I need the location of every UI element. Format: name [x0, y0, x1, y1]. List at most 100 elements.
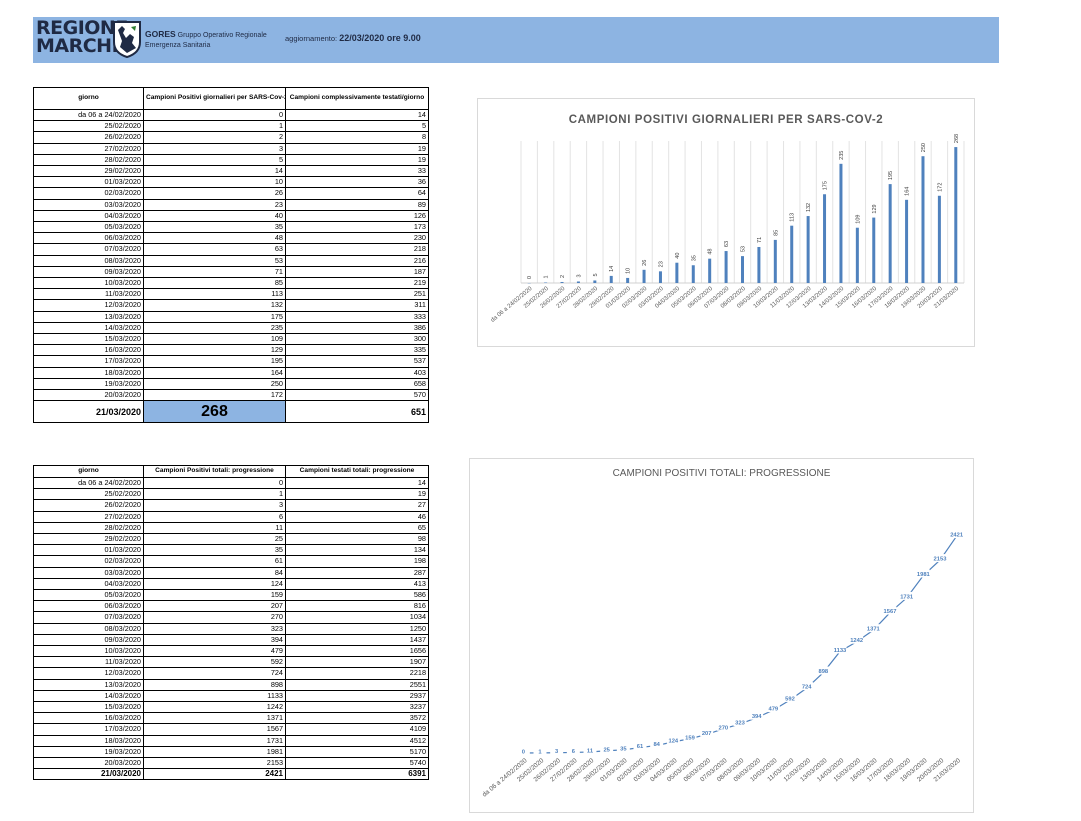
positives-cell: 5	[143, 153, 286, 167]
tested-cell: 5740	[285, 757, 429, 770]
data-label: 124	[668, 738, 678, 744]
tested-cell: 287	[285, 566, 429, 579]
tested-cell: 187	[285, 265, 429, 279]
positives-cell: 1	[143, 488, 286, 501]
table-row: 01/03/2020 10 36	[33, 176, 429, 189]
table-header-row: giorno Campioni Positivi totali: progres…	[33, 465, 429, 478]
table-row: 16/03/2020 129 335	[33, 344, 429, 357]
tested-cell: 335	[285, 344, 429, 357]
region-emblem-icon	[113, 21, 141, 58]
positives-cell: 250	[143, 377, 286, 391]
tested-cell: 1907	[285, 656, 429, 669]
table-row: 02/03/2020 61 198	[33, 555, 429, 568]
bar-data-label: 3	[576, 274, 582, 277]
tested-cell: 586	[285, 589, 429, 602]
tested-cell: 413	[285, 577, 429, 591]
day-cell: 08/03/2020	[33, 254, 144, 267]
positives-cell: 164	[143, 366, 286, 379]
positives-cell: 1133	[143, 689, 286, 703]
data-label: 1567	[884, 609, 897, 615]
daily-positives-chart-svg: CAMPIONI POSITIVI GIORNALIERI PER SARS-C…	[490, 114, 965, 324]
bar	[741, 256, 744, 283]
positives-cell: 0	[143, 108, 286, 122]
bar-data-label: 63	[724, 241, 730, 247]
day-cell: 08/03/2020	[33, 622, 144, 635]
bar-data-label: 0	[527, 276, 533, 279]
col-header-cumulative-positives: Campioni Positivi totali: progressione	[143, 465, 286, 478]
bar	[872, 217, 876, 283]
day-cell: 12/03/2020	[33, 667, 144, 680]
tested-cell: 46	[285, 510, 429, 523]
table-total-row: 21/03/2020 268 651	[33, 400, 429, 424]
table-row: 20/03/2020 172 570	[33, 389, 429, 402]
positives-cell: 898	[143, 678, 286, 691]
bar-data-label: 26	[642, 260, 648, 266]
positives-cell: 61	[143, 555, 286, 568]
tested-cell: 4109	[285, 723, 429, 736]
org-name: GORES	[145, 29, 176, 39]
bar-data-label: 172	[937, 183, 943, 192]
tested-cell: 658	[285, 377, 429, 391]
bar	[773, 239, 777, 283]
day-cell: 10/03/2020	[33, 277, 144, 290]
bar	[544, 282, 548, 283]
positives-cell: 2153	[143, 757, 286, 770]
bar	[626, 277, 630, 283]
day-cell: 27/02/2020	[33, 142, 144, 155]
cumulative-positives-chart-svg: CAMPIONI POSITIVI TOTALI: PROGRESSIONE0d…	[481, 468, 964, 799]
day-cell: 05/03/2020	[33, 221, 144, 234]
tested-cell: 403	[285, 366, 429, 379]
data-label: 724	[802, 685, 812, 691]
table-row: 29/02/2020 14 33	[33, 165, 429, 178]
tested-cell: 65	[285, 521, 429, 535]
table-row: 13/03/2020 175 333	[33, 310, 429, 323]
positives-cell: 195	[143, 355, 286, 368]
positives-cell: 132	[143, 299, 286, 312]
chart-title: CAMPIONI POSITIVI TOTALI: PROGRESSIONE	[613, 468, 831, 479]
positives-cell: 0	[143, 476, 286, 490]
tested-cell: 1250	[285, 622, 429, 635]
data-label: 1242	[850, 638, 863, 644]
data-label: 898	[818, 669, 828, 675]
positives-cell: 85	[143, 277, 286, 290]
day-cell: 02/03/2020	[33, 187, 144, 200]
day-cell: 17/03/2020	[33, 723, 144, 736]
table-row: 15/03/2020 109 300	[33, 333, 429, 346]
positives-cell: 479	[143, 645, 286, 658]
positives-cell: 323	[143, 622, 286, 635]
day-cell: 26/02/2020	[33, 131, 144, 144]
table-row: 03/03/2020 23 89	[33, 198, 429, 211]
tested-cell: 219	[285, 277, 429, 290]
day-cell: 16/03/2020	[33, 712, 144, 725]
day-cell: 14/03/2020	[33, 689, 144, 703]
update-value: 22/03/2020 ore 9.00	[339, 33, 421, 43]
day-cell: 29/02/2020	[33, 165, 144, 178]
table-row: 06/03/2020 207 816	[33, 600, 429, 613]
tested-cell: 311	[285, 299, 429, 312]
data-label: 1371	[867, 627, 881, 633]
bar-data-label: 85	[773, 230, 779, 236]
positives-cell: 71	[143, 265, 286, 279]
chart-title: CAMPIONI POSITIVI GIORNALIERI PER SARS-C…	[569, 114, 884, 126]
positives-cell: 48	[143, 232, 286, 245]
bar	[642, 269, 646, 283]
data-label: 0	[522, 750, 525, 756]
positives-cell: 1	[143, 120, 286, 133]
bar-data-label: 40	[675, 253, 681, 259]
table-row: 25/02/2020 1 19	[33, 488, 429, 501]
bar-data-label: 132	[806, 203, 812, 212]
data-label: 1133	[834, 648, 847, 654]
table-row: 11/03/2020 113 251	[33, 288, 429, 301]
bar	[560, 281, 564, 283]
tested-cell: 14	[285, 476, 429, 490]
day-cell: 25/02/2020	[33, 488, 144, 501]
positives-cell: 53	[143, 254, 286, 267]
day-cell: 04/03/2020	[33, 209, 144, 223]
positives-cell: 35	[143, 544, 286, 557]
positives-cell: 724	[143, 667, 286, 680]
tested-cell: 386	[285, 321, 429, 335]
positives-cell: 3	[143, 142, 286, 155]
table-row: 01/03/2020 35 134	[33, 544, 429, 557]
table-row: 05/03/2020 159 586	[33, 589, 429, 602]
table-row: 14/03/2020 1133 2937	[33, 689, 429, 703]
